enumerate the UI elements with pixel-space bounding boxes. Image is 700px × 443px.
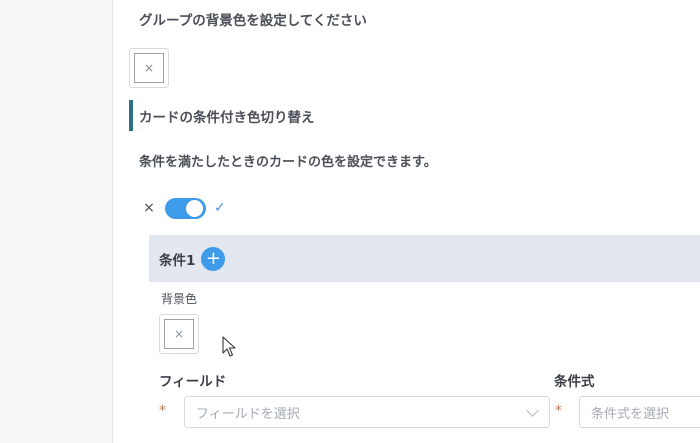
condition-color-swatch[interactable]: × [159,314,199,354]
section-description: 条件を満たしたときのカードの色を設定できます。 [139,155,437,170]
left-gutter [0,0,113,443]
condition-title: 条件1 [159,252,196,269]
toggle-off-icon: × [143,200,155,216]
mouse-cursor-icon [222,336,236,357]
background-color-label: 背景色 [161,292,198,306]
expression-label: 条件式 [554,374,595,390]
toggle-knob [186,199,203,217]
conditional-color-toggle-row: × ✓ [142,197,226,219]
chevron-down-icon [526,404,539,417]
condition-header: 条件1 + [149,235,700,282]
conditional-color-toggle[interactable] [165,197,206,219]
add-condition-button[interactable]: + [201,246,226,271]
field-label: フィールド [159,374,227,390]
section-title: カードの条件付き色切り替え [139,109,315,126]
toggle-on-icon: ✓ [214,200,226,216]
field-select-placeholder: フィールドを選択 [196,406,300,422]
plus-icon: + [205,247,221,269]
field-required-mark: * [159,403,166,419]
clear-icon: × [134,53,164,83]
expression-select-placeholder: 条件式を選択 [591,406,670,422]
clear-icon: × [164,319,194,349]
expression-required-mark: * [555,403,562,419]
field-select[interactable]: フィールドを選択 [184,396,550,428]
expression-select[interactable]: 条件式を選択 [579,396,700,428]
group-color-swatch[interactable]: × [129,48,169,88]
section-header-conditional-color: カードの条件付き色切り替え [129,100,429,131]
group-background-label: グループの背景色を設定してください [139,13,367,29]
